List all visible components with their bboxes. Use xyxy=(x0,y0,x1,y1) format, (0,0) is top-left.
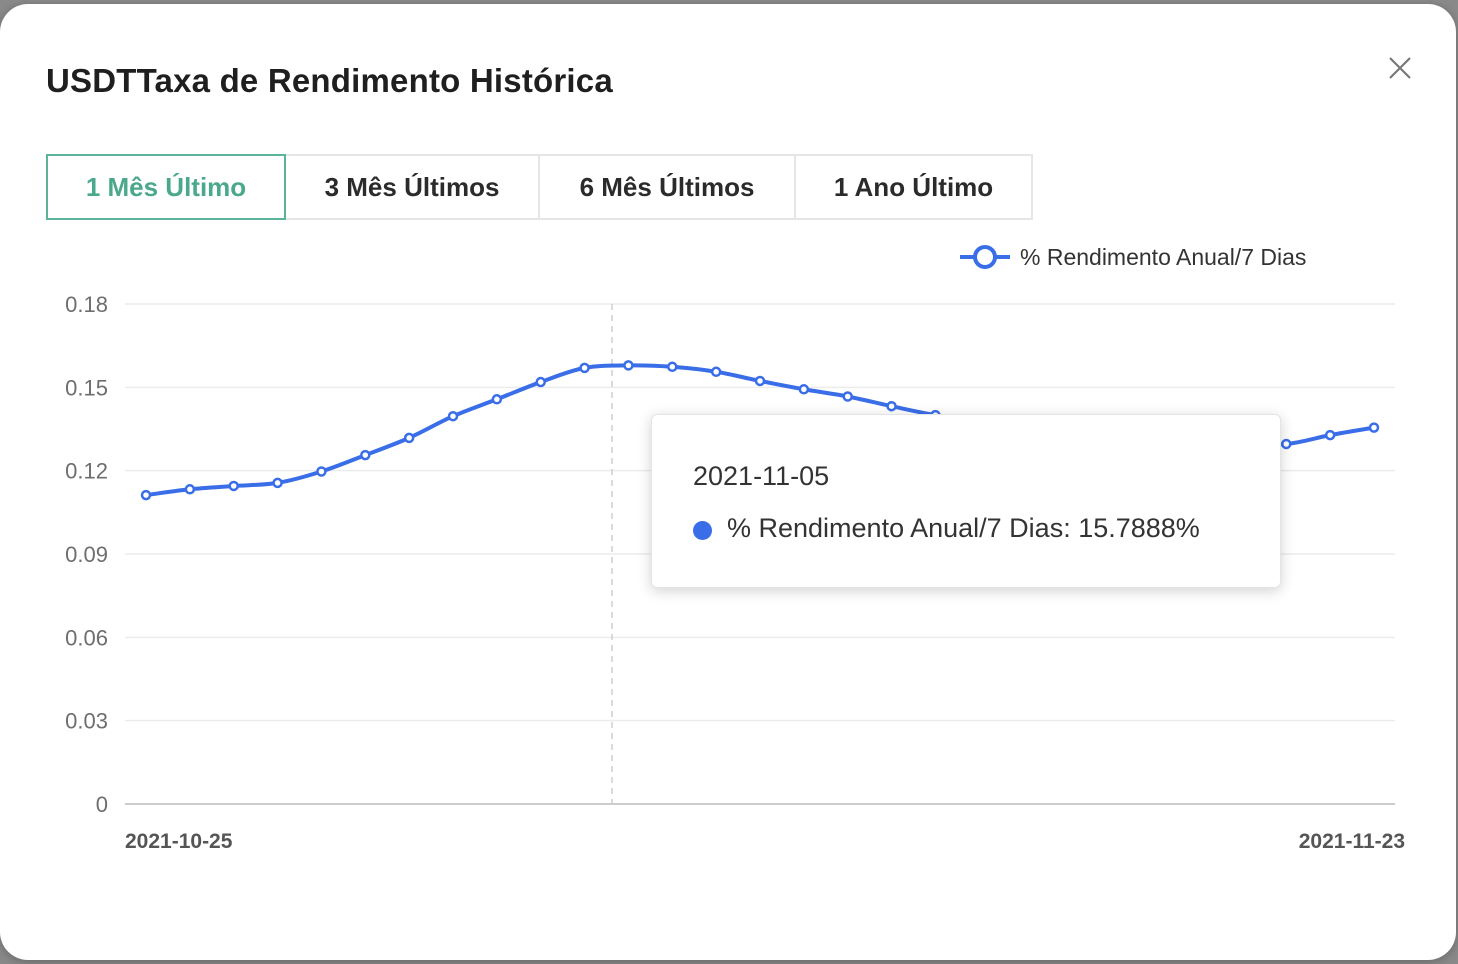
x-tick-end: 2021-11-23 xyxy=(1299,830,1405,853)
data-point xyxy=(403,432,415,444)
y-tick-label: 0 xyxy=(96,792,108,817)
chart-legend: % Rendimento Anual/7 Dias xyxy=(960,244,1306,270)
data-point xyxy=(228,480,239,492)
data-point xyxy=(1368,422,1380,433)
y-tick-label: 0.09 xyxy=(65,542,108,567)
data-point xyxy=(140,489,152,501)
y-axis: 0 0.03 0.06 0.09 0.12 0.15 0.18 xyxy=(65,292,108,817)
legend-marker-icon xyxy=(973,245,997,269)
data-point xyxy=(1281,438,1292,450)
data-point xyxy=(491,394,503,405)
tooltip-date: 2021-11-05 xyxy=(693,461,830,491)
data-point xyxy=(535,376,546,388)
data-point xyxy=(316,466,327,477)
data-point xyxy=(842,391,853,402)
y-tick-label: 0.12 xyxy=(65,459,108,484)
y-tick-label: 0.18 xyxy=(65,292,108,317)
data-point xyxy=(710,366,722,378)
y-tick-label: 0.03 xyxy=(65,709,108,734)
series-dot-icon xyxy=(693,521,712,540)
data-point xyxy=(798,384,810,395)
x-tick-start: 2021-10-25 xyxy=(125,830,233,853)
data-point xyxy=(623,360,634,371)
tooltip-value: % Rendimento Anual/7 Dias: 15.7888% xyxy=(727,513,1200,543)
legend-label: % Rendimento Anual/7 Dias xyxy=(1020,244,1306,270)
data-point xyxy=(754,375,766,387)
data-point xyxy=(184,484,196,495)
data-point xyxy=(886,400,897,412)
tab-1-month[interactable]: 1 Mês Último xyxy=(46,154,286,220)
data-point xyxy=(667,361,678,373)
data-point xyxy=(579,362,590,374)
data-point xyxy=(272,477,283,489)
data-point xyxy=(360,449,371,461)
data-point xyxy=(1324,429,1336,441)
modal-dialog: USDTTaxa de Rendimento Histórica 1 Mês Ú… xyxy=(0,4,1456,960)
y-tick-label: 0.06 xyxy=(65,625,108,650)
data-point xyxy=(447,410,459,422)
y-tick-label: 0.15 xyxy=(65,375,108,400)
chart-tooltip: 2021-11-05 % Rendimento Anual/7 Dias: 15… xyxy=(651,414,1281,588)
